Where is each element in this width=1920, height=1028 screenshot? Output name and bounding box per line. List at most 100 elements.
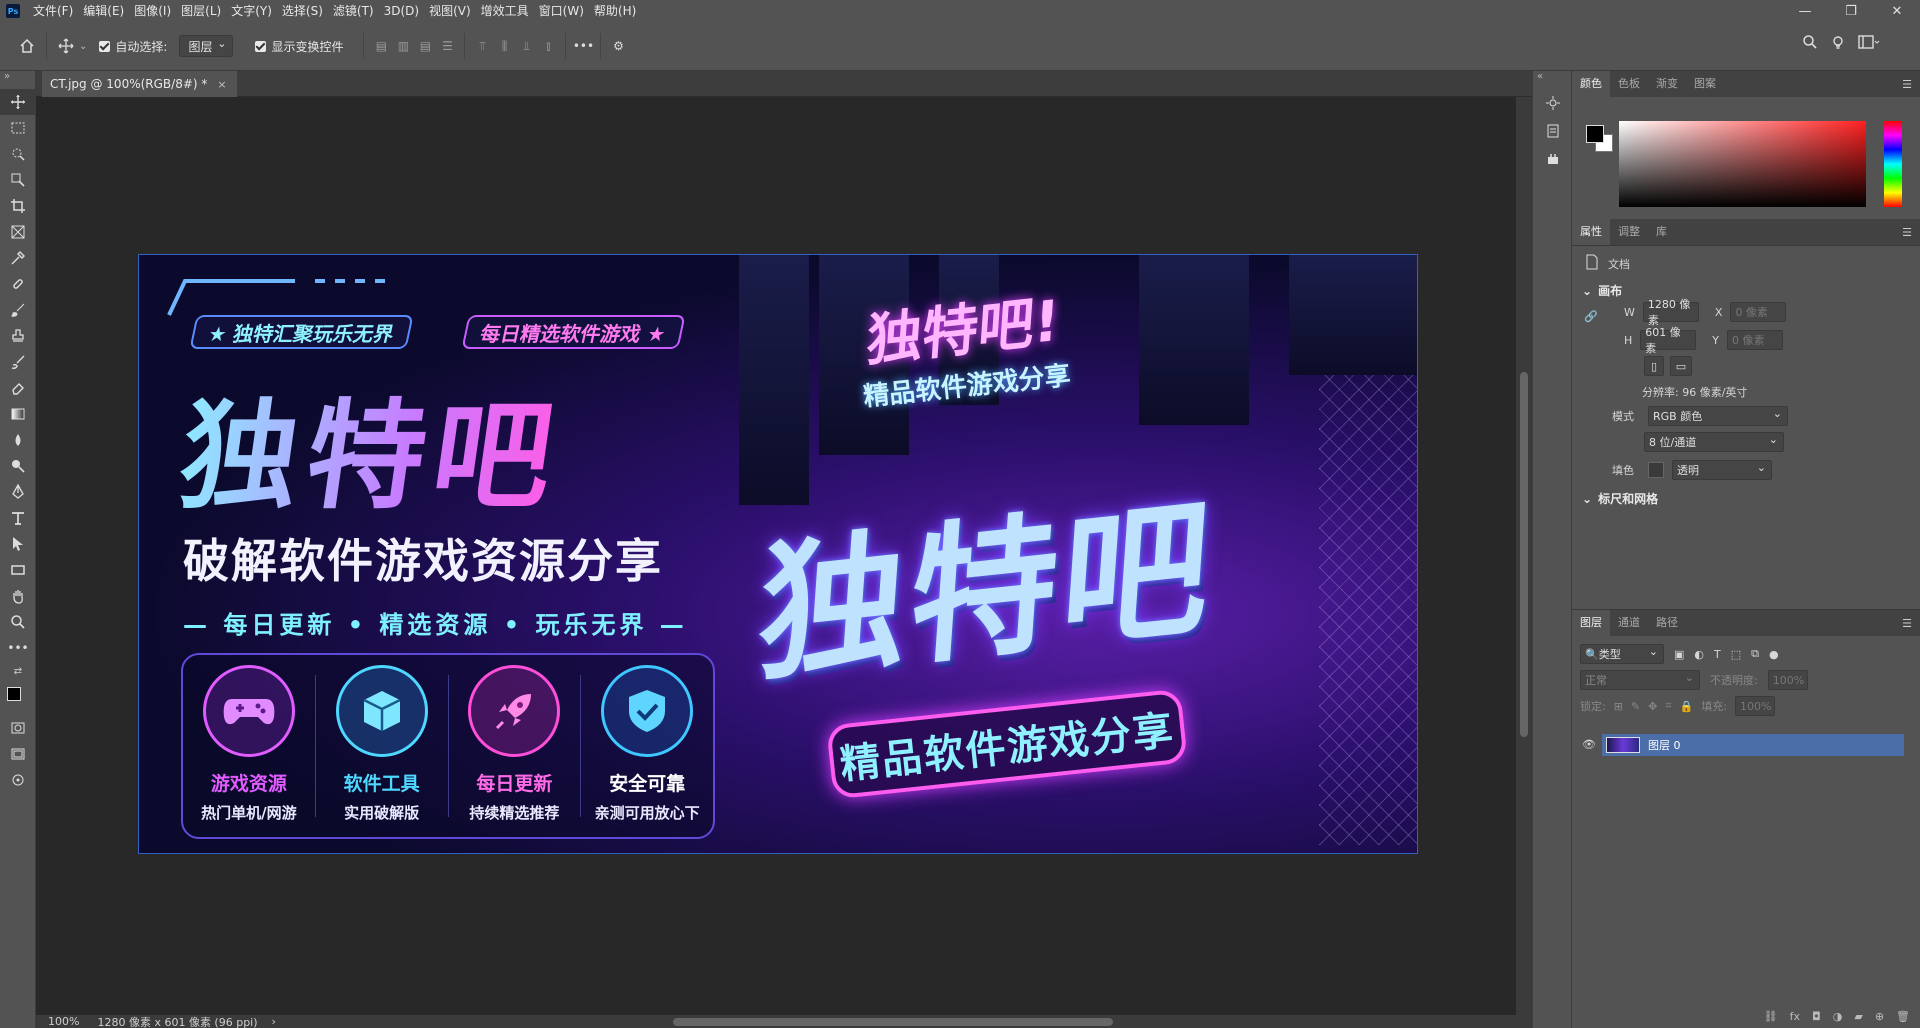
filter-toggle-icon[interactable]: ●: [1769, 648, 1779, 661]
layer-filter-dropdown[interactable]: 🔍 类型: [1580, 644, 1664, 664]
new-layer-icon[interactable]: ⊕: [1875, 1010, 1884, 1023]
frame-tool-icon[interactable]: [0, 219, 36, 245]
distribute-vertical-icon[interactable]: ⫾: [537, 35, 559, 57]
tab-paths[interactable]: 路径: [1648, 610, 1686, 636]
y-field[interactable]: 0 像素: [1727, 330, 1784, 350]
zoom-tool-icon[interactable]: [0, 609, 36, 635]
collapse-panel-icon[interactable]: »: [0, 71, 35, 89]
clone-stamp-tool-icon[interactable]: [0, 323, 36, 349]
canvas-area[interactable]: ★ 独特汇聚玩乐无界 每日精选软件游戏 ★ 独特吧 破解软件游戏资源分享 — 每…: [36, 97, 1516, 1015]
lock-all-icon[interactable]: 🔒: [1680, 700, 1694, 713]
tab-patterns[interactable]: 图案: [1686, 71, 1724, 97]
align-left-icon[interactable]: ▤: [370, 35, 392, 57]
more-options-button[interactable]: •••: [572, 35, 594, 57]
blur-tool-icon[interactable]: [0, 427, 36, 453]
filter-adjustment-icon[interactable]: ◐: [1694, 648, 1704, 661]
menu-layer[interactable]: 图层(L): [176, 0, 226, 22]
zoom-level[interactable]: 100%: [48, 1015, 79, 1028]
tab-properties[interactable]: 属性: [1572, 219, 1610, 245]
menu-help[interactable]: 帮助(H): [589, 0, 641, 22]
add-mask-icon[interactable]: ◘: [1812, 1010, 1821, 1023]
hand-tool-icon[interactable]: [0, 583, 36, 609]
bit-depth-dropdown[interactable]: 8 位/通道: [1644, 432, 1784, 452]
layer-name[interactable]: 图层 0: [1648, 737, 1681, 753]
lock-pixels-icon[interactable]: ✎: [1631, 700, 1640, 713]
panel-menu-icon[interactable]: ☰: [1902, 226, 1912, 239]
quick-mask-icon[interactable]: [0, 715, 36, 741]
menu-3d[interactable]: 3D(D): [379, 0, 424, 22]
hue-slider[interactable]: [1884, 121, 1902, 207]
eraser-tool-icon[interactable]: [0, 375, 36, 401]
fill-field[interactable]: 100%: [1735, 696, 1775, 716]
screen-mode-icon[interactable]: [0, 741, 36, 767]
tab-layers[interactable]: 图层: [1572, 610, 1610, 636]
link-layers-icon[interactable]: ⛓: [1764, 1010, 1778, 1023]
path-select-tool-icon[interactable]: [0, 531, 36, 557]
learn-icon[interactable]: [1533, 89, 1573, 117]
fill-swatch[interactable]: [1648, 462, 1664, 478]
menu-filter[interactable]: 滤镜(T): [328, 0, 379, 22]
menu-select[interactable]: 选择(S): [277, 0, 328, 22]
menu-view[interactable]: 视图(V): [424, 0, 476, 22]
document-canvas[interactable]: ★ 独特汇聚玩乐无界 每日精选软件游戏 ★ 独特吧 破解软件游戏资源分享 — 每…: [138, 254, 1418, 854]
fg-bg-color-icon[interactable]: [0, 681, 36, 715]
tab-gradients[interactable]: 渐变: [1648, 71, 1686, 97]
history-brush-tool-icon[interactable]: [0, 349, 36, 375]
lock-position-icon[interactable]: ✥: [1648, 700, 1657, 713]
trash-icon[interactable]: 🗑: [1896, 1010, 1910, 1023]
rulers-section-header[interactable]: ⌄ 标尺和网格: [1582, 490, 1658, 507]
x-field[interactable]: 0 像素: [1730, 302, 1787, 322]
move-tool-icon[interactable]: [0, 89, 36, 115]
more-tools-icon[interactable]: •••: [0, 635, 36, 661]
link-dimensions-icon[interactable]: 🔗: [1584, 310, 1598, 323]
search-icon[interactable]: [1802, 34, 1818, 53]
blend-mode-dropdown[interactable]: 正常: [1580, 670, 1700, 690]
panel-menu-icon[interactable]: ☰: [1902, 78, 1912, 91]
plugins-icon[interactable]: [1533, 145, 1573, 173]
align-bottom-icon[interactable]: ⫫: [515, 35, 537, 57]
show-transform-checkbox[interactable]: 显示变换控件: [255, 38, 343, 55]
tab-color[interactable]: 颜色: [1572, 71, 1610, 97]
panel-menu-icon[interactable]: ☰: [1902, 617, 1912, 630]
mode-dropdown[interactable]: RGB 颜色: [1648, 406, 1788, 426]
healing-brush-tool-icon[interactable]: [0, 271, 36, 297]
gradient-tool-icon[interactable]: [0, 401, 36, 427]
menu-file[interactable]: 文件(F): [28, 0, 78, 22]
distribute-icon[interactable]: ☰: [436, 35, 458, 57]
landscape-icon[interactable]: ▭: [1670, 356, 1692, 376]
filter-pixel-icon[interactable]: ▣: [1674, 648, 1684, 661]
rectangle-tool-icon[interactable]: [0, 557, 36, 583]
eye-icon[interactable]: 👁: [1582, 738, 1596, 751]
align-center-icon[interactable]: ▥: [392, 35, 414, 57]
dodge-tool-icon[interactable]: [0, 453, 36, 479]
menu-edit[interactable]: 编辑(E): [78, 0, 129, 22]
type-tool-icon[interactable]: [0, 505, 36, 531]
edit-toolbar-icon[interactable]: [0, 767, 36, 793]
filter-shape-icon[interactable]: ⬚: [1731, 648, 1741, 661]
move-tool-preset-icon[interactable]: [53, 33, 79, 59]
quick-select-tool-icon[interactable]: [0, 167, 36, 193]
crop-tool-icon[interactable]: [0, 193, 36, 219]
layer-row[interactable]: 图层 0: [1602, 734, 1904, 756]
swap-colors-icon[interactable]: ⇄: [0, 661, 36, 681]
vertical-scrollbar[interactable]: [1516, 97, 1532, 1015]
filter-type-icon[interactable]: T: [1714, 648, 1721, 661]
document-tab[interactable]: CT.jpg @ 100%(RGB/8#) * ×: [42, 71, 237, 97]
color-picker-field[interactable]: [1619, 121, 1866, 207]
status-menu-arrow[interactable]: ›: [272, 1015, 276, 1028]
horizontal-scrollbar-thumb[interactable]: [673, 1018, 1113, 1026]
maximize-button[interactable]: ❐: [1828, 0, 1874, 22]
minimize-button[interactable]: —: [1782, 0, 1828, 22]
align-top-icon[interactable]: ⫪: [471, 35, 493, 57]
width-field[interactable]: 1280 像素: [1642, 298, 1699, 327]
foreground-color-swatch[interactable]: [1586, 125, 1604, 143]
menu-plugins[interactable]: 增效工具: [476, 0, 534, 22]
opacity-field[interactable]: 100%: [1767, 670, 1808, 690]
fg-bg-swatch[interactable]: [1586, 125, 1614, 153]
canvas-section-header[interactable]: ⌄ 画布: [1582, 282, 1622, 299]
brush-tool-icon[interactable]: [0, 297, 36, 323]
close-tab-icon[interactable]: ×: [217, 78, 226, 91]
lightbulb-icon[interactable]: [1830, 34, 1846, 53]
workspace-icon[interactable]: [1858, 34, 1880, 53]
chevron-down-icon[interactable]: ⌄: [79, 41, 87, 52]
